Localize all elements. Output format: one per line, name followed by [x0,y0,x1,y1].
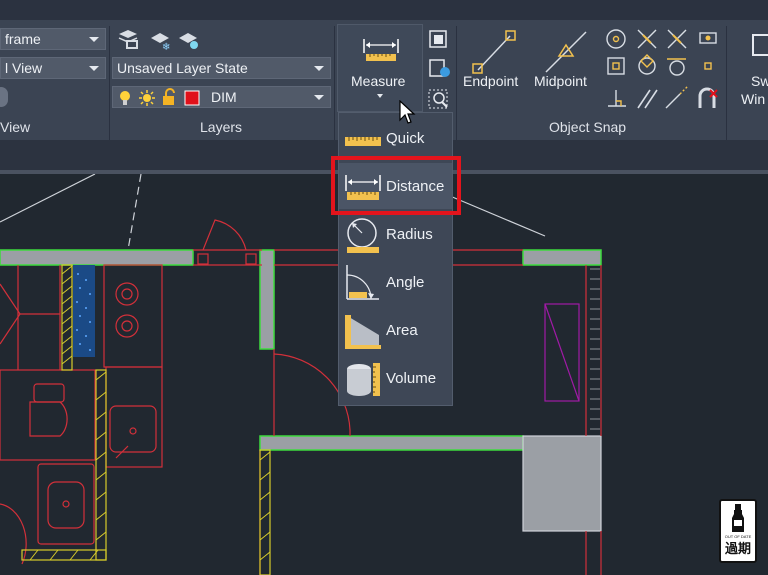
layers-panel-label: Layers [200,119,243,135]
view-value: l View [5,60,43,76]
snap-large-icons [472,30,587,74]
list-info-icon [429,59,450,77]
badge-text: 過期 [724,542,751,557]
menu-item-label: Angle [386,274,425,291]
panel-divider [334,26,335,156]
intersection-snap-icon [637,29,657,49]
view-icon[interactable] [0,87,8,107]
layer-properties-icon [118,30,138,49]
measure-label: Measure [351,73,406,89]
construction-line [127,173,142,251]
switch-windows-label-2[interactable]: Win [741,91,765,107]
mouse-cursor-icon [399,100,416,124]
layer-isolate-icon [179,33,198,49]
lightbulb-icon [120,91,130,105]
chevron-down-icon [314,95,324,100]
chevron-down-icon [314,66,324,71]
measure-button[interactable]: Measure [337,24,423,112]
apparent-intersection-icon [667,29,687,49]
view-dropdown[interactable]: l View [0,57,106,79]
distance-highlight [331,156,461,215]
construction-line [449,195,546,237]
radius-icon [347,218,379,253]
menu-item-label: Area [386,322,418,339]
snap-small-icons [606,29,718,109]
unlock-icon [163,88,175,105]
menu-item-quick[interactable]: Quick [339,115,452,161]
switch-windows-label-1[interactable]: Sw [751,73,768,89]
angle-icon [346,265,379,300]
cabinet-outline [544,303,580,402]
snap-off-icon [698,87,718,108]
geometric-center-icon [699,32,717,44]
chevron-down-icon [89,66,99,71]
endpoint-label[interactable]: Endpoint [463,73,518,89]
wall [0,249,194,266]
extension-snap-icon [665,85,689,109]
id-point-icon [429,30,447,48]
menu-item-volume[interactable]: Volume [339,355,452,401]
stair-rail [590,268,600,430]
midpoint-icon [545,31,587,73]
panel-divider [456,26,457,156]
visual-style-value: frame [5,31,41,47]
center-snap-icon [606,29,626,49]
visual-style-dropdown[interactable]: frame [0,28,106,50]
menu-item-label: Quick [386,130,425,147]
title-strip [0,0,768,20]
tile-strip [73,265,95,357]
layer-tools-icons: ❄ [118,30,198,52]
region-zoom-icon [428,89,448,109]
wall [259,249,275,350]
current-layer-value: DIM [211,89,237,105]
menu-item-label: Volume [386,370,437,387]
column [522,435,602,532]
menu-item-radius[interactable]: Radius [339,211,452,257]
inquiry-tools-icons [428,30,450,109]
wall [522,249,602,266]
layer-state-dropdown[interactable]: Unsaved Layer State [112,57,331,79]
node-snap-icon [607,57,625,75]
object-snap-panel-label: Object Snap [549,119,627,135]
sun-icon [139,90,155,106]
measure-distance-icon [363,39,399,61]
endpoint-icon [472,30,516,74]
layer-freeze-icon: ❄ [151,33,170,52]
layer-dropdown[interactable]: DIM [112,86,331,108]
layer-color-swatch [184,90,200,106]
perpendicular-snap-icon [608,90,626,107]
parallel-snap-icon [637,89,658,109]
switch-windows-icon[interactable] [752,34,768,56]
ruler-icon [345,137,381,146]
volume-icon [347,363,380,396]
menu-item-label: Radius [386,226,433,243]
quadrant-snap-icon [638,54,656,75]
menu-item-area[interactable]: Area [339,307,452,353]
bottle-icon [732,504,744,532]
panel-divider [726,26,727,156]
layer-state-value: Unsaved Layer State [117,60,248,76]
midpoint-label[interactable]: Midpoint [534,73,587,89]
area-icon [345,315,381,349]
view-panel-label: View [0,119,31,135]
tangent-snap-icon [667,58,686,76]
svg-text:❄: ❄ [162,42,170,52]
chevron-down-icon[interactable] [377,94,383,98]
wall [259,435,524,451]
menu-item-angle[interactable]: Angle [339,259,452,305]
panel-divider [109,26,110,156]
nearest-snap-icon [704,62,712,70]
construction-line [0,173,96,223]
out-of-date-badge: OUT OF DATE 過期 [719,499,757,563]
chevron-down-icon [89,37,99,42]
layer-status-icons [120,88,200,106]
